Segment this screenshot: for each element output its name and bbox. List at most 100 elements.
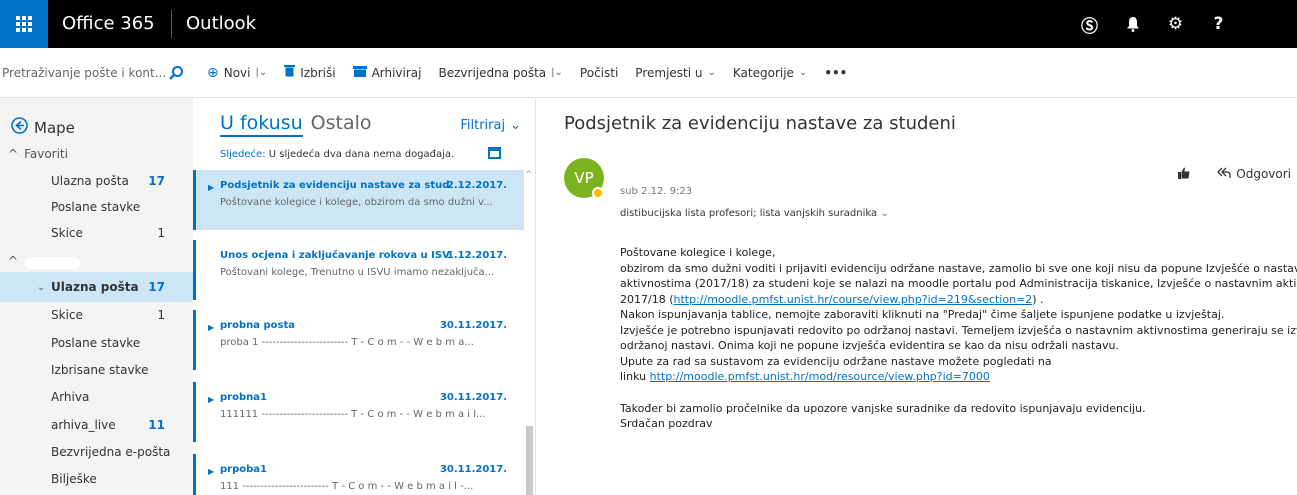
- body-line: aktivnostima (2017/18) za studeni koje s…: [620, 277, 1297, 290]
- unread-count: 17: [148, 280, 165, 294]
- chevron-down-icon: ⌄: [510, 118, 521, 133]
- message-item[interactable]: ▶ probna posta 30.11.2017. proba 1 -----…: [193, 310, 524, 370]
- new-button[interactable]: ⊕ Novi |⌄: [207, 65, 267, 81]
- bell-icon[interactable]: [1111, 0, 1154, 48]
- message-subject: prpoba1: [220, 464, 267, 475]
- expand-icon[interactable]: ▶: [208, 467, 214, 476]
- chevron-down-icon[interactable]: ⌄: [37, 282, 45, 293]
- new-label: Novi: [223, 65, 251, 80]
- delete-label: Izbriši: [300, 65, 336, 80]
- nav-item-sent[interactable]: Poslane stavke: [0, 328, 193, 358]
- favorites-header[interactable]: ^ Favoriti: [8, 147, 68, 161]
- nav-item-label: Poslane stavke: [51, 336, 141, 350]
- expand-icon[interactable]: ▶: [208, 183, 214, 192]
- skype-icon[interactable]: Ⓢ: [1068, 0, 1111, 48]
- sweep-label: Počisti: [579, 65, 619, 80]
- app-title[interactable]: Outlook: [186, 13, 256, 34]
- message-preview: Poštovane kolegice i kolege, obzirom da …: [220, 197, 493, 208]
- body-line: Upute za rad sa sustavom za evidenciju o…: [620, 354, 1052, 368]
- resource-link[interactable]: http://moodle.pmfst.unist.hr/mod/resourc…: [650, 370, 990, 383]
- message-list: U fokusu Ostalo Filtriraj ⌄ Sljedeće: U …: [193, 98, 536, 495]
- nav-item-label: Ulazna pošta: [51, 280, 139, 294]
- app-launcher-button[interactable]: [0, 0, 48, 48]
- message-preview: proba 1 ------------------------ T - C o…: [220, 337, 474, 348]
- nav-item-label: Izbrisane stavke: [51, 363, 149, 377]
- archive-button[interactable]: Arhiviraj: [352, 65, 422, 81]
- nav-item-drafts[interactable]: Skice 1: [0, 218, 193, 248]
- junk-label: Bezvrijedna pošta: [438, 65, 547, 80]
- scrollbar[interactable]: ^: [523, 170, 535, 495]
- message-actions: Odgovori: [1168, 160, 1297, 188]
- sweep-button[interactable]: Počisti: [580, 66, 618, 80]
- body-line: Nakon ispunjavanja tablice, nemojte zabo…: [620, 308, 1225, 321]
- upcoming-events: Sljedeće: U sljedeća dva dana nema događ…: [220, 149, 454, 160]
- unread-count: 1: [157, 308, 165, 322]
- expand-icon[interactable]: ▶: [208, 323, 214, 332]
- unread-count: 1: [157, 226, 165, 240]
- chevron-down-icon[interactable]: ⌄: [880, 208, 888, 219]
- nav-item-archive[interactable]: Arhiva: [0, 382, 193, 412]
- sent-time: sub 2.12. 9:23: [620, 186, 693, 197]
- account-name-redacted: [25, 257, 80, 269]
- nav-item-label: arhiva_live: [51, 418, 116, 432]
- delete-button[interactable]: Izbriši: [284, 64, 336, 81]
- gear-icon[interactable]: ⚙: [1154, 0, 1197, 48]
- message-subject: Podsjetnik za evidenciju nastave za stud…: [220, 180, 450, 191]
- like-button[interactable]: [1168, 160, 1199, 188]
- favorites-label: Favoriti: [24, 147, 68, 161]
- archive-label: Arhiviraj: [371, 65, 422, 80]
- message-item[interactable]: ▶ prpoba1 30.11.2017. 111 --------------…: [193, 454, 524, 495]
- message-date: 30.11.2017.: [439, 320, 507, 331]
- unread-count: 11: [148, 418, 165, 432]
- help-icon[interactable]: ?: [1197, 0, 1240, 48]
- body-line: linku http://moodle.pmfst.unist.hr/mod/r…: [620, 369, 1297, 385]
- reading-pane: Podsjetnik za evidenciju nastave za stud…: [537, 98, 1297, 495]
- body-line: Izvješće je potrebno ispunjavati redovit…: [620, 323, 1297, 337]
- categories-button[interactable]: Kategorije ⌄: [733, 66, 807, 80]
- thumbs-up-icon: [1177, 167, 1190, 182]
- search-icon[interactable]: [168, 65, 184, 81]
- search-box[interactable]: Pretraživanje pošte i kont...: [0, 59, 188, 87]
- filter-button[interactable]: Filtriraj ⌄: [460, 118, 521, 133]
- message-date: 2.12.2017.: [446, 180, 507, 191]
- folders-title: Mape: [34, 119, 75, 137]
- reply-all-button[interactable]: Odgovori: [1211, 163, 1297, 186]
- course-link[interactable]: http://moodle.pmfst.unist.hr/course/view…: [674, 293, 1033, 306]
- scrollbar-thumb[interactable]: [526, 426, 533, 495]
- nav-item-drafts[interactable]: Skice 1: [0, 300, 193, 330]
- calendar-icon[interactable]: [488, 147, 501, 159]
- chevron-up-icon[interactable]: ^: [525, 170, 533, 180]
- more-button[interactable]: •••: [824, 66, 847, 80]
- nav-item-archive-live[interactable]: arhiva_live 11: [0, 410, 193, 440]
- nav-item-notes[interactable]: Bilješke: [0, 464, 193, 494]
- body-text: linku: [620, 370, 650, 383]
- message-item[interactable]: ▶ probna1 30.11.2017. 111111 -----------…: [193, 382, 524, 442]
- nav-item-inbox-selected[interactable]: ⌄ Ulazna pošta 17: [0, 272, 193, 302]
- message-item[interactable]: Unos ocjena i zaključavanje rokova u ISV…: [193, 240, 524, 300]
- junk-button[interactable]: Bezvrijedna pošta |⌄: [439, 66, 563, 80]
- nav-item-label: Bilješke: [51, 472, 97, 486]
- body-text: ) .: [1032, 292, 1044, 306]
- commands: ⊕ Novi |⌄ Izbriši Arhiviraj Bezvrijedna …: [207, 64, 864, 81]
- move-button[interactable]: Premjesti u ⌄: [635, 66, 716, 80]
- tab-other[interactable]: Ostalo: [311, 112, 372, 134]
- nav-item-deleted[interactable]: Izbrisane stavke: [0, 355, 193, 385]
- folders-toggle[interactable]: Mape: [11, 117, 75, 139]
- nav-item-junk[interactable]: Bezvrijedna e-pošta: [0, 437, 193, 467]
- command-bar: Pretraživanje pošte i kont... ⊕ Novi |⌄ …: [0, 48, 1297, 98]
- expand-icon[interactable]: ▶: [208, 395, 214, 404]
- tab-focused[interactable]: U fokusu: [220, 112, 303, 137]
- body-line: Srdačan pozdrav: [620, 417, 713, 430]
- chevron-up-icon: ^: [8, 147, 19, 161]
- brand-title[interactable]: Office 365: [62, 13, 155, 34]
- search-input[interactable]: Pretraživanje pošte i kont...: [2, 66, 166, 80]
- inbox-tabs: U fokusu Ostalo: [220, 112, 372, 137]
- top-icons: Ⓢ ⚙ ?: [1068, 0, 1240, 48]
- chevron-down-icon[interactable]: |⌄: [256, 67, 268, 78]
- chevron-down-icon[interactable]: |⌄: [551, 67, 563, 78]
- account-header[interactable]: ^: [8, 254, 18, 268]
- nav-item-label: Poslane stavke: [51, 200, 141, 214]
- nav-item-label: Skice: [51, 226, 83, 240]
- recipients[interactable]: distibucijska lista profesori; lista van…: [620, 208, 889, 219]
- message-item[interactable]: ▶ Podsjetnik za evidenciju nastave za st…: [193, 170, 524, 230]
